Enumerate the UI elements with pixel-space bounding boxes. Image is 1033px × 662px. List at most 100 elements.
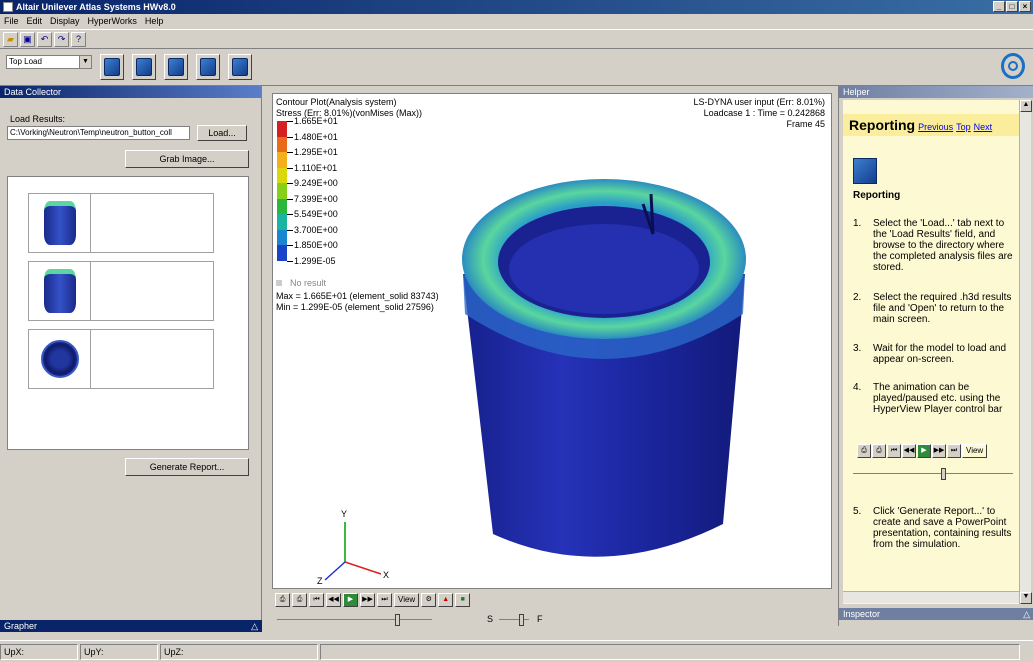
legend-value: 1.110E+01 — [294, 162, 338, 173]
app-icon — [3, 2, 13, 12]
maximize-button[interactable]: □ — [1006, 1, 1018, 12]
results-icon — [136, 58, 152, 76]
horizontal-scrollbar[interactable] — [843, 591, 1019, 603]
frame-slider-thumb[interactable] — [395, 614, 400, 626]
chevron-down-icon[interactable]: ▼ — [79, 56, 91, 68]
legend-swatch — [277, 121, 287, 137]
save-icon[interactable]: ▣ — [20, 31, 35, 47]
helper-panel: Helper Reporting Previous Top Next Repor… — [838, 86, 1033, 626]
grab-image-button[interactable]: Grab Image... — [125, 150, 249, 168]
play-icon[interactable]: ▶ — [343, 593, 358, 607]
legend-value: 5.549E+00 — [294, 209, 338, 219]
status-upx: UpX: — [0, 644, 78, 660]
settings-icon[interactable]: ⚙ — [421, 593, 437, 607]
menu-edit[interactable]: Edit — [27, 16, 43, 26]
load-button[interactable]: Load... — [197, 125, 247, 141]
legend-value: 1.850E+00 — [294, 240, 338, 250]
step-item: 2. Select the required .h3d results file … — [853, 292, 1012, 325]
last-frame-icon[interactable]: ⏭ — [377, 593, 392, 607]
help-target-icon[interactable] — [1001, 53, 1025, 79]
standard-toolbar: ▰ ▣ ↶ ↷ ? — [0, 29, 1033, 49]
legend-row: 1.299E-05 — [277, 256, 477, 277]
axis-z-label: Z — [317, 576, 323, 584]
max-min-readout: Max = 1.665E+01 (element_solid 83743) Mi… — [276, 291, 439, 313]
collapse-icon[interactable]: △ — [1023, 608, 1030, 620]
no-result-label: No result — [290, 278, 327, 288]
legend-value: 7.399E+00 — [294, 193, 338, 204]
loadcase-label: Loadcase 1 : Time = 0.242868 — [703, 108, 825, 118]
print-icon[interactable]: ⎙ — [275, 593, 290, 607]
context-help-icon[interactable]: ? — [71, 31, 86, 47]
printer-icon[interactable]: ⎙ — [292, 593, 307, 607]
model-render[interactable] — [453, 164, 753, 584]
legend-tick — [287, 183, 293, 184]
contour-icon[interactable]: ▲ — [438, 593, 454, 607]
menu-help[interactable]: Help — [145, 16, 164, 26]
menu-display[interactable]: Display — [50, 16, 80, 26]
legend-tick — [287, 152, 293, 153]
axis-x-label: X — [383, 570, 389, 580]
next-link[interactable]: Next — [974, 122, 993, 132]
thumbnail — [29, 194, 91, 252]
step-back-icon[interactable]: ◀◀ — [326, 593, 341, 607]
legend-swatch — [277, 136, 287, 152]
plot-title: Contour Plot(Analysis system) — [276, 97, 397, 107]
load-case-value: Top Load — [9, 57, 42, 66]
previous-link[interactable]: Previous — [918, 122, 953, 132]
axis-y-label: Y — [341, 509, 347, 519]
menu-bar: File Edit Display HyperWorks Help — [0, 14, 1033, 28]
scroll-down-icon[interactable]: ▼ — [1020, 592, 1032, 604]
redo-icon[interactable]: ↷ — [54, 31, 69, 47]
generate-report-button[interactable]: Generate Report... — [125, 458, 249, 476]
main-toolbar: Top Load ▼ — [0, 50, 1033, 86]
viewport[interactable]: Contour Plot(Analysis system) Stress (Er… — [272, 93, 832, 589]
scroll-up-icon[interactable]: ▲ — [1020, 100, 1032, 112]
compare-icon — [200, 58, 216, 76]
menu-file[interactable]: File — [4, 16, 19, 26]
window-title: Altair Unilever Atlas Systems HWv8.0 — [16, 2, 176, 12]
speed-slider-thumb[interactable] — [519, 614, 524, 626]
close-button[interactable]: × — [1019, 1, 1031, 12]
collapse-icon[interactable]: △ — [251, 620, 258, 632]
legend-value: 1.480E+01 — [294, 131, 338, 142]
menu-hyperworks[interactable]: HyperWorks — [88, 16, 137, 26]
list-item[interactable] — [28, 261, 214, 321]
load-results-field[interactable]: C:\Vorking\Neutron\Temp\neutron_button_c… — [7, 126, 190, 140]
top-link[interactable]: Top — [956, 122, 971, 132]
step-item: 1. Select the 'Load...' tab next to the '… — [853, 218, 1013, 273]
frame-slider[interactable] — [277, 614, 432, 626]
legend-value: 3.700E+00 — [294, 224, 338, 235]
image-list — [7, 176, 249, 450]
list-item[interactable] — [28, 329, 214, 389]
list-item[interactable] — [28, 193, 214, 253]
report-button[interactable] — [228, 54, 252, 80]
open-icon[interactable]: ▰ — [3, 31, 18, 47]
view-button[interactable]: View — [394, 593, 420, 607]
last-frame-icon: ⏭ — [947, 444, 961, 458]
legend-value: 1.295E+01 — [294, 147, 338, 157]
results-button[interactable] — [132, 54, 156, 80]
report-icon — [232, 58, 248, 76]
legend-value: 1.299E-05 — [294, 255, 336, 266]
model-button[interactable] — [100, 54, 124, 80]
helper-heading: Reporting Previous Top Next — [843, 114, 1019, 136]
load-results-label: Load Results: — [10, 114, 66, 124]
helper-player-bar: ⎙ ⎙ ⏮ ◀◀ ▶ ▶▶ ⏭ View — [857, 444, 988, 458]
image-icon[interactable]: ■ — [455, 593, 471, 607]
min-value: Min = 1.299E-05 (element_solid 27596) — [276, 302, 434, 312]
step-forward-icon[interactable]: ▶▶ — [360, 593, 375, 607]
status-upz: UpZ: — [160, 644, 318, 660]
minimize-button[interactable]: _ — [993, 1, 1005, 12]
load-case-select[interactable]: Top Load ▼ — [6, 55, 92, 69]
speed-slider[interactable] — [499, 614, 529, 626]
animate-button[interactable] — [164, 54, 188, 80]
legend-swatch — [277, 198, 287, 214]
legend-tick — [287, 229, 293, 231]
vertical-scrollbar[interactable]: ▲ ▼ — [1019, 100, 1032, 604]
legend-swatch — [277, 214, 287, 230]
undo-icon[interactable]: ↶ — [37, 31, 52, 47]
compare-button[interactable] — [196, 54, 220, 80]
first-frame-icon[interactable]: ⏮ — [309, 593, 324, 607]
legend-swatch — [277, 167, 287, 183]
report-icon — [853, 158, 877, 184]
